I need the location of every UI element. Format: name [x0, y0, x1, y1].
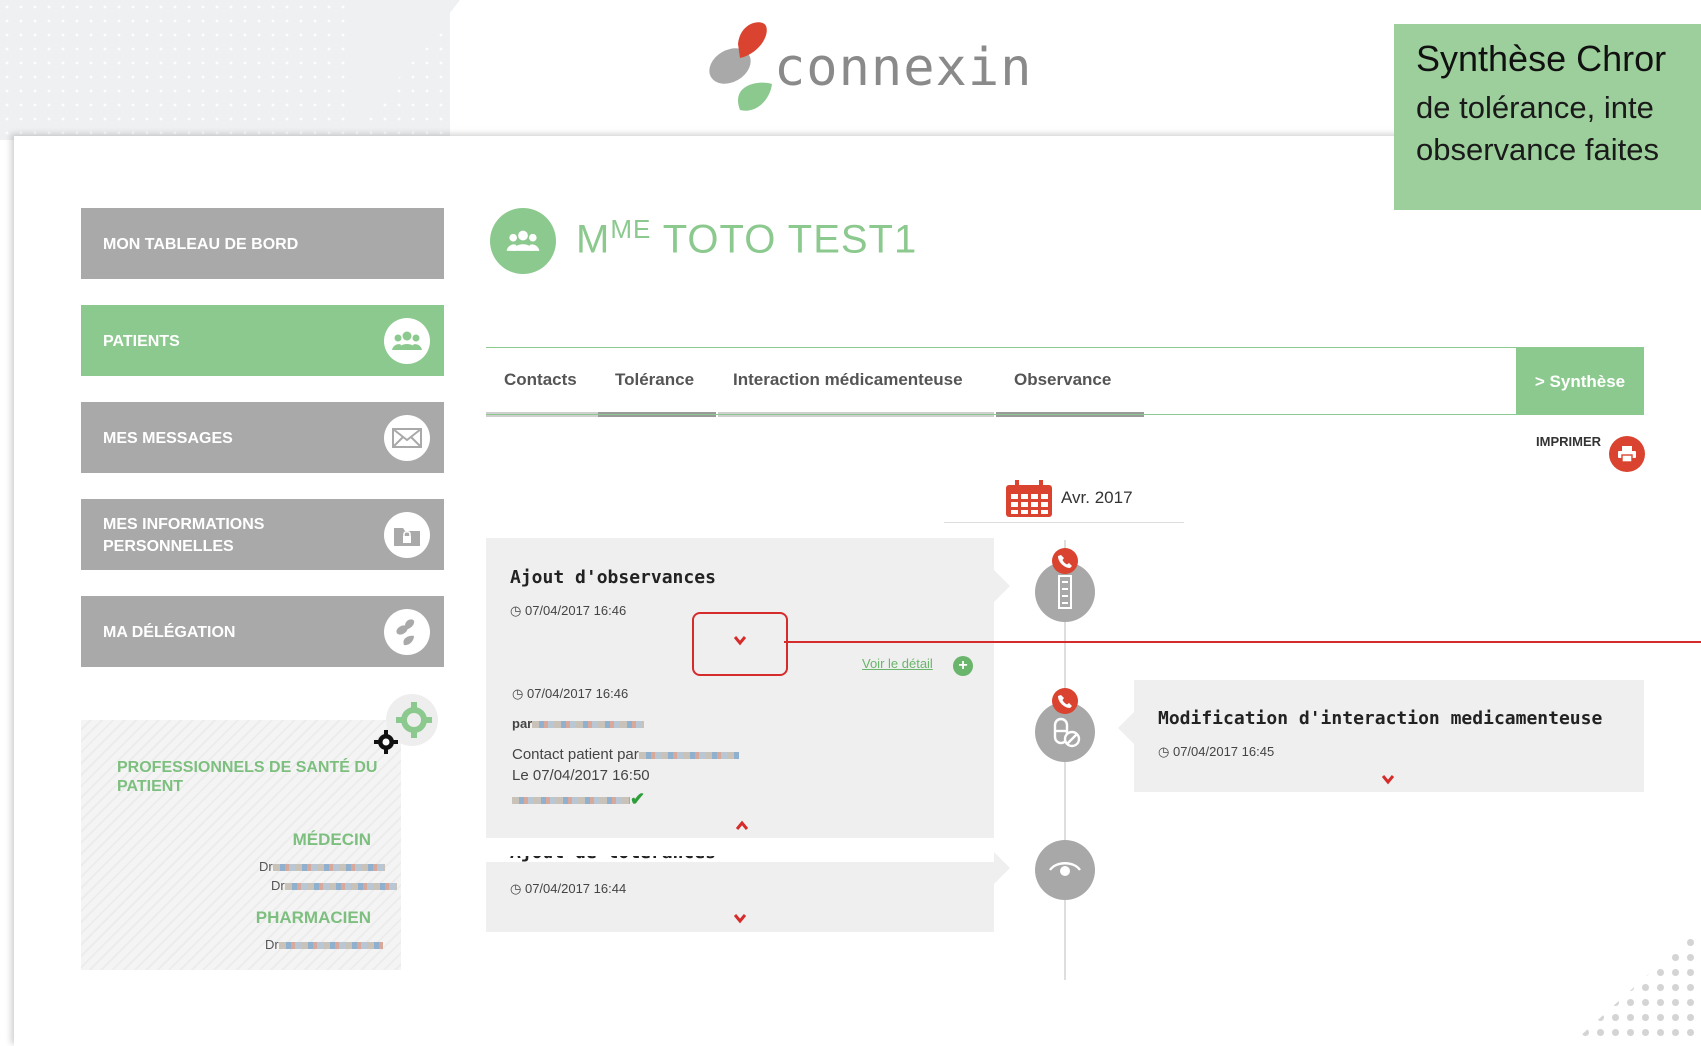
patient-avatar: [490, 208, 556, 274]
tooltip-line-2: observance faites: [1416, 132, 1659, 167]
clock-icon: ◷: [510, 881, 522, 896]
check-icon: ✔: [630, 789, 646, 809]
sidebar-item-delegation[interactable]: MA DÉLÉGATION: [81, 596, 444, 667]
card-pointer: [1118, 712, 1134, 744]
detail-signature: ✔: [512, 789, 645, 810]
sidebar-item-label-line2: PERSONNELLES: [103, 538, 234, 555]
tab-drug-interaction[interactable]: Interaction médicamenteuse: [733, 370, 963, 390]
highlight-box: [692, 612, 788, 676]
event-date: ◷ 07/04/2017 16:44: [510, 881, 627, 896]
calendar-icon: [1006, 480, 1052, 517]
detail-contact: Contact patient par: [512, 746, 739, 763]
lock-folder-icon: [384, 512, 430, 558]
settings-gear-icon[interactable]: [372, 690, 440, 758]
role-pharmacien: PHARMACIEN: [255, 908, 371, 927]
header-background-slope: [350, 0, 460, 140]
users-icon: [506, 230, 540, 251]
sidebar-item-dashboard[interactable]: MON TABLEAU DE BORD: [81, 208, 444, 279]
detail-author: par: [512, 716, 645, 731]
phone-icon: [1052, 548, 1078, 574]
chevron-down-icon[interactable]: [1382, 773, 1394, 785]
doctor-name: Dr: [259, 859, 385, 874]
detail-date: ◷ 07/04/2017 16:46: [512, 686, 629, 701]
synthese-button[interactable]: > Synthèse: [1516, 348, 1644, 415]
clock-icon: ◷: [512, 686, 524, 701]
doctor-name: Dr: [271, 878, 397, 893]
tab-contacts[interactable]: Contacts: [504, 370, 577, 390]
sidebar-item-patients[interactable]: PATIENTS: [81, 305, 444, 376]
sidebar-item-label: PATIENTS: [103, 333, 180, 350]
event-date: ◷ 07/04/2017 16:46: [510, 603, 627, 618]
role-medecin: MÉDECIN: [292, 830, 371, 849]
tab-observance[interactable]: Observance: [1014, 370, 1111, 390]
tooltip-title: Synthèse Chror: [1416, 38, 1667, 79]
detail-contact-date: Le 07/04/2017 16:50: [512, 767, 650, 784]
card-pointer: [994, 570, 1010, 602]
sidebar-item-label-line1: MES INFORMATIONS: [103, 516, 265, 533]
chevron-up-icon[interactable]: [736, 820, 748, 832]
tooltip-callout: Synthèse Chror de tolérance, inte observ…: [1394, 24, 1701, 210]
print-label[interactable]: IMPRIMER: [1536, 434, 1601, 449]
view-detail-link[interactable]: Voir le détail: [862, 656, 933, 671]
clock-icon: ◷: [1158, 744, 1170, 759]
tab-tolerance[interactable]: Tolérance: [615, 370, 694, 390]
sidebar-item-label: MON TABLEAU DE BORD: [103, 236, 299, 253]
patient-title: MME TOTO TEST1: [576, 214, 918, 262]
eye-node-icon: [1035, 840, 1095, 900]
tabs-bar: Contacts Tolérance Interaction médicamen…: [486, 347, 1644, 417]
printer-icon[interactable]: [1609, 436, 1645, 472]
sidebar-item-label: MA DÉLÉGATION: [103, 624, 236, 641]
timeline-month: Avr. 2017: [1061, 488, 1133, 507]
sidebar-item-messages[interactable]: MES MESSAGES: [81, 402, 444, 473]
plus-icon[interactable]: +: [953, 656, 973, 676]
phone-icon: [1052, 688, 1078, 714]
envelope-icon: [384, 415, 430, 461]
pharmacist-name: Dr: [265, 937, 383, 952]
tabs-divider: [486, 414, 1644, 415]
event-title: Ajout d'observances: [510, 567, 716, 588]
sidebar-item-personal-info[interactable]: MES INFORMATIONS PERSONNELLES: [81, 499, 444, 570]
card-pointer: [994, 852, 1010, 884]
event-title: Modification d'interaction medicamenteus…: [1158, 708, 1603, 729]
event-date: ◷ 07/04/2017 16:45: [1158, 744, 1275, 759]
month-divider: [944, 522, 1184, 523]
annotation-connector: [784, 641, 1701, 643]
professionals-panel: PROFESSIONNELS DE SANTÉ DU PATIENT MÉDEC…: [81, 720, 401, 970]
sidebar-item-label: MES INFORMATIONS PERSONNELLES: [103, 514, 264, 558]
users-icon: [384, 318, 430, 364]
brand-name: connexin: [774, 38, 1033, 98]
tooltip-line-1: de tolérance, inte: [1416, 90, 1654, 125]
sidebar-item-label: MES MESSAGES: [103, 430, 233, 447]
professionals-title: PROFESSIONNELS DE SANTÉ DU PATIENT: [117, 759, 378, 795]
clock-icon: ◷: [510, 603, 522, 618]
delegation-leaf-icon: [384, 609, 430, 655]
chevron-down-icon[interactable]: [734, 912, 746, 924]
